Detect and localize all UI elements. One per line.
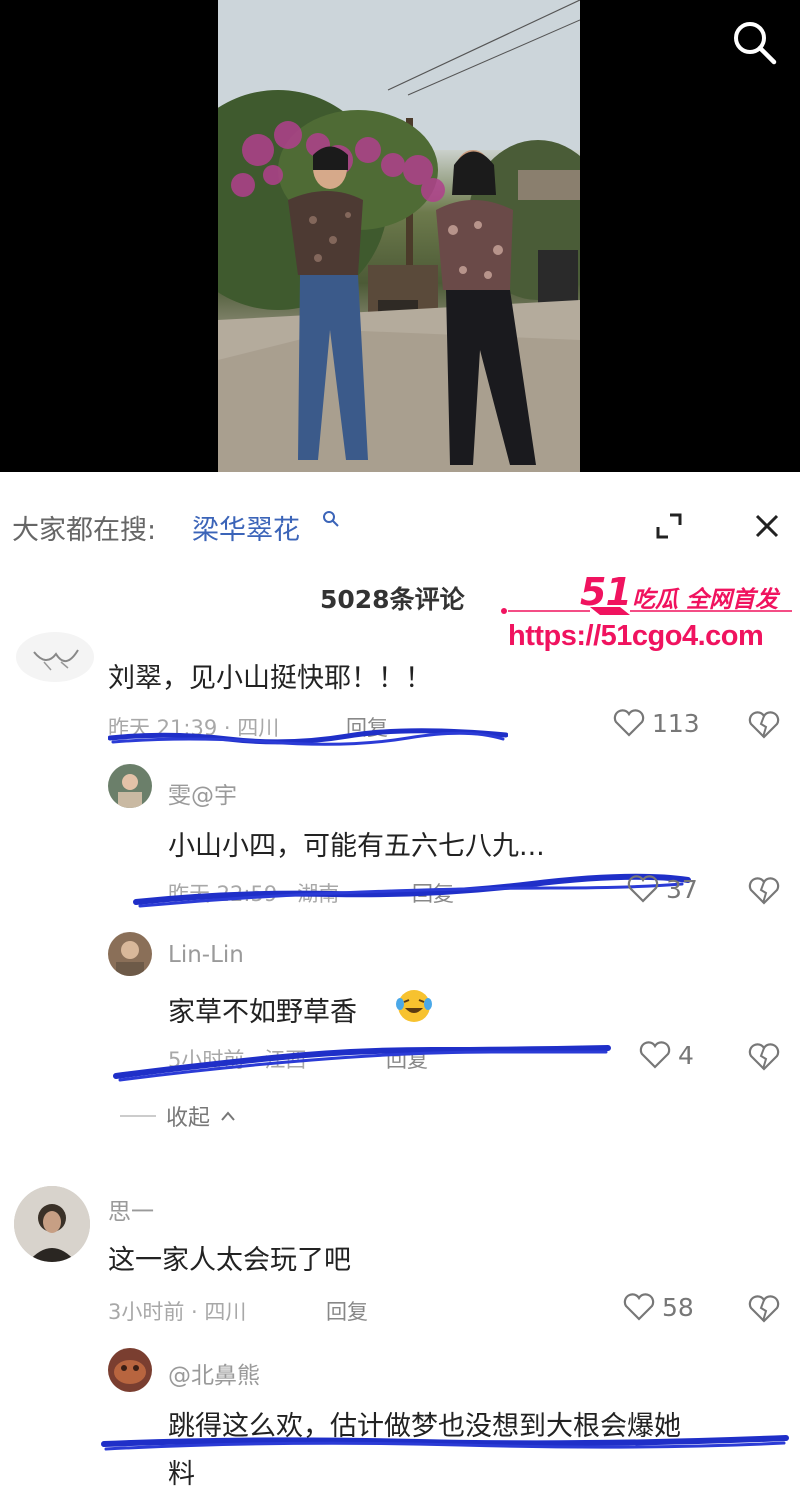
avatar[interactable]	[14, 1186, 90, 1262]
like-button[interactable]: 113	[612, 708, 700, 738]
avatar[interactable]	[108, 1348, 152, 1392]
video-frame[interactable]	[218, 0, 580, 472]
reply-button[interactable]: 回复	[346, 712, 388, 742]
broken-heart-icon[interactable]	[748, 1294, 780, 1324]
close-icon[interactable]	[748, 507, 786, 545]
reply-text: 家草不如野草香	[168, 997, 357, 1028]
comment-meta: 3小时前 · 四川	[108, 1300, 247, 1324]
collapse-replies-button[interactable]: 收起	[120, 1100, 236, 1132]
avatar[interactable]	[108, 764, 152, 808]
avatar[interactable]	[108, 932, 152, 976]
laughing-emoji-icon	[396, 990, 432, 1022]
reply-text-continued: 料	[168, 1459, 195, 1490]
heart-icon	[627, 875, 659, 903]
reply-button[interactable]: 回复	[326, 1296, 368, 1326]
expand-icon[interactable]	[650, 507, 688, 545]
like-button[interactable]: 58	[622, 1292, 694, 1322]
like-count: 4	[678, 1040, 694, 1070]
like-count: 58	[662, 1292, 694, 1322]
video-scene-image	[218, 0, 580, 472]
like-button[interactable]: 4	[638, 1040, 694, 1070]
like-count: 113	[652, 708, 700, 738]
reply-meta: 昨天 22:59 · 湖南	[168, 882, 340, 906]
divider	[120, 1115, 156, 1117]
heart-icon	[613, 709, 645, 737]
reply-button[interactable]: 回复	[412, 878, 454, 908]
collapse-label: 收起	[166, 1106, 211, 1131]
comment-text: 这一家人太会玩了吧	[108, 1245, 351, 1276]
broken-heart-icon[interactable]	[748, 710, 780, 740]
comment-text: 刘翠，见小山挺快耶！！！	[108, 663, 432, 694]
reply-meta: 5小时前 · 江西	[168, 1048, 307, 1072]
trending-search-label: 大家都在搜:	[12, 515, 157, 546]
reply-username[interactable]: @北鼻熊	[168, 1356, 260, 1390]
search-icon[interactable]	[730, 18, 778, 66]
comment-count: 5028条评论	[320, 585, 465, 614]
broken-heart-icon[interactable]	[748, 1042, 780, 1072]
reply-text: 小山小四，可能有五六七八九...	[168, 831, 545, 862]
like-count: 37	[666, 874, 698, 904]
reply-username[interactable]: 雯@宇	[168, 776, 237, 810]
comment-username[interactable]: 思一	[108, 1192, 154, 1226]
like-button[interactable]: 37	[626, 874, 698, 904]
watermark-url: https://51cgo4.com	[508, 620, 764, 652]
watermark-divider	[501, 607, 792, 615]
comment-meta: 昨天 21:39 · 四川	[108, 716, 280, 740]
heart-icon	[639, 1041, 671, 1069]
chevron-up-icon	[221, 1111, 235, 1121]
broken-heart-icon[interactable]	[748, 876, 780, 906]
heart-icon	[623, 1293, 655, 1321]
avatar[interactable]	[16, 632, 94, 682]
video-player[interactable]	[0, 0, 800, 472]
reply-username[interactable]: Lin-Lin	[168, 942, 244, 968]
trending-search-term[interactable]: 梁华翠花	[192, 508, 300, 547]
reply-button[interactable]: 回复	[386, 1044, 428, 1074]
reply-text: 跳得这么欢，估计做梦也没想到大根会爆她	[168, 1411, 681, 1442]
search-icon[interactable]	[322, 510, 340, 528]
